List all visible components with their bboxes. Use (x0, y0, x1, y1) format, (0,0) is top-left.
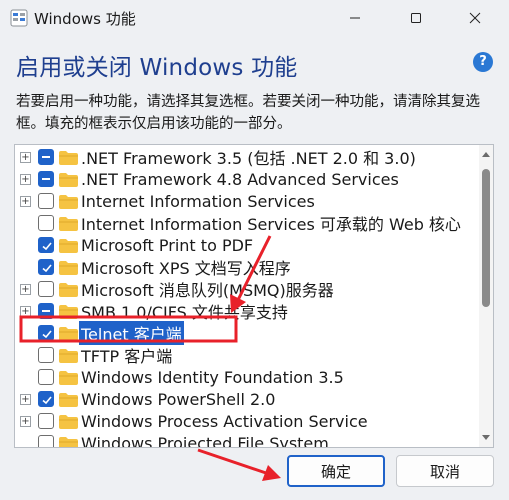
cancel-button[interactable]: 取消 (396, 455, 494, 487)
maximize-button[interactable] (393, 0, 439, 36)
feature-checkbox[interactable] (38, 259, 54, 275)
feature-label[interactable]: Internet Information Services (81, 192, 315, 211)
expand-toggle-icon[interactable]: + (20, 195, 31, 207)
feature-row[interactable]: + .NET Framework 4.8 Advanced Services (15, 168, 480, 190)
feature-row[interactable]: TFTP 客户端 (15, 344, 480, 366)
feature-row[interactable]: Windows Projected File System (15, 432, 480, 448)
folder-icon (59, 194, 78, 209)
feature-label[interactable]: .NET Framework 4.8 Advanced Services (81, 170, 399, 189)
feature-label[interactable]: Microsoft XPS 文档写入程序 (81, 255, 291, 279)
feature-row[interactable]: + SMB 1.0/CIFS 文件共享支持 (15, 300, 480, 322)
feature-label[interactable]: Internet Information Services 可承载的 Web 核… (81, 211, 461, 235)
feature-row[interactable]: Internet Information Services 可承载的 Web 核… (15, 212, 480, 234)
expand-toggle-icon[interactable]: + (20, 305, 31, 317)
app-icon (10, 9, 28, 27)
feature-label[interactable]: Microsoft Print to PDF (81, 236, 253, 255)
feature-checkbox[interactable] (38, 237, 54, 253)
feature-row[interactable]: Microsoft XPS 文档写入程序 (15, 256, 480, 278)
feature-label[interactable]: SMB 1.0/CIFS 文件共享支持 (81, 299, 288, 323)
help-icon[interactable]: ? (473, 52, 493, 72)
scroll-up-icon[interactable] (479, 147, 493, 161)
feature-checkbox[interactable] (38, 171, 54, 187)
feature-row[interactable]: Windows Identity Foundation 3.5 (15, 366, 480, 388)
expand-toggle-icon[interactable]: + (20, 151, 31, 163)
feature-checkbox[interactable] (38, 149, 54, 165)
expand-toggle-icon[interactable]: + (20, 173, 31, 185)
folder-icon (59, 172, 78, 187)
feature-row[interactable]: Microsoft Print to PDF (15, 234, 480, 256)
description-text: 若要启用一种功能，请选择其复选框。若要关闭一种功能，请清除其复选框。填充的框表示… (16, 94, 480, 132)
feature-row[interactable]: + Internet Information Services (15, 190, 480, 212)
feature-label[interactable]: TFTP 客户端 (81, 343, 172, 367)
feature-checkbox[interactable] (38, 391, 54, 407)
scrollbar-thumb[interactable] (482, 169, 490, 307)
folder-icon (59, 260, 78, 275)
folder-icon (59, 304, 78, 319)
feature-row[interactable]: + Windows Process Activation Service (15, 410, 480, 432)
expand-toggle-icon[interactable]: + (20, 415, 31, 427)
folder-icon (59, 150, 78, 165)
feature-row[interactable]: + Windows PowerShell 2.0 (15, 388, 480, 410)
feature-row[interactable]: Telnet 客户端 (15, 321, 480, 345)
folder-icon (59, 282, 78, 297)
close-icon (469, 12, 481, 24)
feature-tree[interactable]: + .NET Framework 3.5 (包括 .NET 2.0 和 3.0) +… (14, 144, 494, 448)
feature-checkbox[interactable] (38, 281, 54, 297)
feature-label[interactable]: Windows Process Activation Service (81, 412, 368, 431)
minimize-button[interactable] (332, 0, 378, 36)
folder-icon (59, 238, 78, 253)
folder-icon (59, 392, 78, 407)
title-bar: Windows 功能 (0, 0, 509, 36)
feature-label[interactable]: Windows Projected File System (81, 434, 329, 448)
annotation-arrow-head-2 (262, 465, 281, 481)
maximize-icon (411, 13, 421, 23)
folder-icon (59, 216, 78, 231)
close-button[interactable] (452, 0, 498, 36)
vertical-scrollbar[interactable] (479, 145, 493, 447)
feature-row[interactable]: + Microsoft 消息队列(MSMQ)服务器 (15, 278, 480, 300)
folder-icon (59, 326, 78, 341)
annotation-arrow-line-2 (197, 448, 267, 475)
feature-label[interactable]: Telnet 客户端 (79, 321, 184, 345)
minimize-icon (350, 17, 360, 19)
feature-checkbox[interactable] (38, 193, 54, 209)
expand-toggle-icon[interactable]: + (20, 393, 31, 405)
feature-checkbox[interactable] (38, 303, 54, 319)
folder-icon (59, 348, 78, 363)
folder-icon (59, 414, 78, 429)
feature-checkbox[interactable] (38, 215, 54, 231)
feature-checkbox[interactable] (38, 325, 54, 341)
feature-checkbox[interactable] (38, 413, 54, 429)
feature-label[interactable]: Windows Identity Foundation 3.5 (81, 368, 344, 387)
page-title: 启用或关闭 Windows 功能 (16, 55, 298, 81)
feature-label[interactable]: .NET Framework 3.5 (包括 .NET 2.0 和 3.0) (81, 145, 416, 169)
folder-icon (59, 370, 78, 385)
ok-button[interactable]: 确定 (287, 455, 385, 487)
feature-checkbox[interactable] (38, 347, 54, 363)
window-title: Windows 功能 (34, 10, 136, 28)
feature-label[interactable]: Microsoft 消息队列(MSMQ)服务器 (81, 277, 334, 301)
folder-icon (59, 436, 78, 447)
feature-checkbox[interactable] (38, 369, 54, 385)
feature-row[interactable]: + .NET Framework 3.5 (包括 .NET 2.0 和 3.0) (15, 146, 480, 168)
scroll-down-icon[interactable] (479, 431, 493, 445)
feature-label[interactable]: Windows PowerShell 2.0 (81, 390, 275, 409)
expand-toggle-icon[interactable]: + (20, 283, 31, 295)
feature-checkbox[interactable] (38, 435, 54, 447)
